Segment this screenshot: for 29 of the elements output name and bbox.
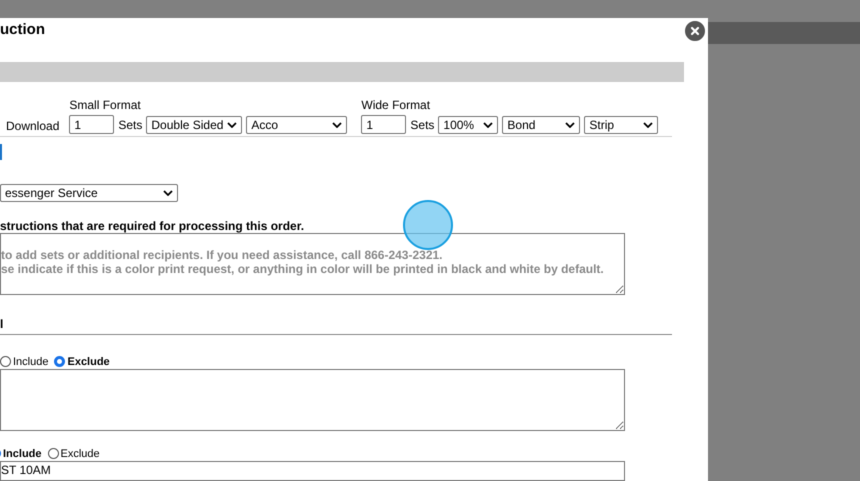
click-indicator bbox=[403, 200, 453, 250]
text-field[interactable]: ST 10AM bbox=[0, 461, 625, 481]
dialog-title: uction bbox=[0, 21, 45, 39]
finish-select[interactable]: Strip bbox=[584, 116, 658, 134]
format-label: Small Format bbox=[69, 98, 142, 112]
chevron-icon bbox=[163, 190, 173, 196]
sets-input[interactable]: 1 bbox=[361, 115, 406, 134]
chevron-icon bbox=[332, 122, 342, 128]
close-icon bbox=[690, 26, 700, 36]
radio-option[interactable]: Include bbox=[0, 356, 48, 368]
section-heading: l bbox=[0, 317, 4, 331]
binding-select[interactable]: Acco bbox=[246, 116, 348, 134]
delivery-select[interactable]: essenger Service bbox=[0, 184, 178, 202]
chevron-icon bbox=[483, 122, 494, 128]
download-label: Download bbox=[6, 119, 60, 134]
chevron-icon bbox=[227, 122, 238, 128]
chevron-icon bbox=[643, 122, 654, 128]
chevron-icon bbox=[565, 122, 576, 128]
sets-label: Sets bbox=[118, 118, 142, 132]
format-label: Wide Format bbox=[361, 98, 432, 112]
scale-select[interactable]: 100% bbox=[438, 116, 498, 134]
sides-select[interactable]: Double Sided bbox=[146, 116, 242, 134]
radio-option[interactable]: Exclude bbox=[48, 448, 100, 460]
text-field[interactable] bbox=[0, 369, 625, 431]
instructions-field[interactable]: to add sets or additional recipients. If you need assistance, call 866-243-2321. se indicate if this is a color print request, or anything in color will be printed in black and white by default. bbox=[0, 233, 625, 295]
instructions-label: structions that are required for processing this order. bbox=[0, 219, 306, 233]
sets-label: Sets bbox=[410, 118, 434, 132]
sets-input[interactable]: 1 bbox=[69, 115, 114, 134]
paper-select[interactable]: Bond bbox=[502, 116, 580, 134]
